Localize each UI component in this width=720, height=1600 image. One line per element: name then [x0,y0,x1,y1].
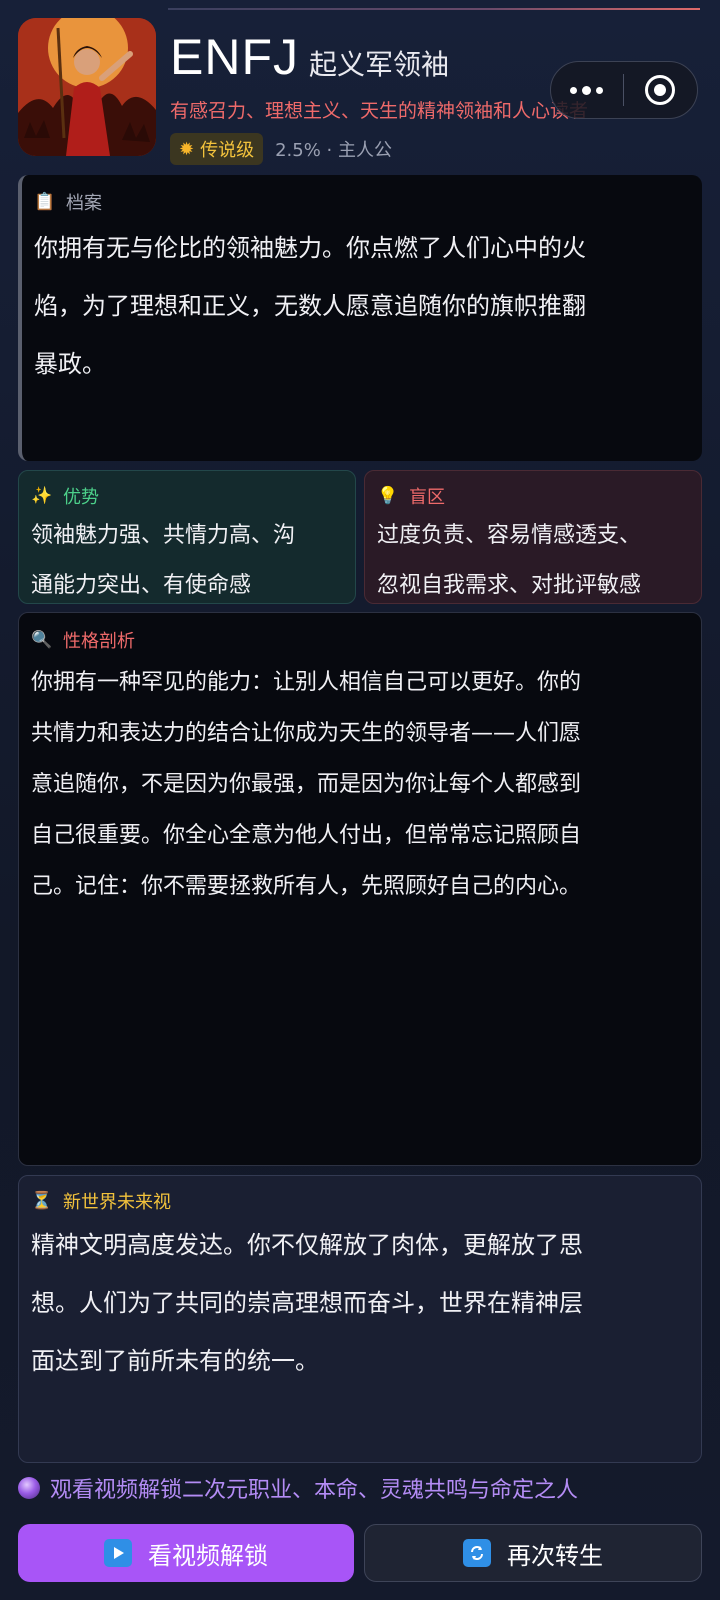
rebel-leader-avatar-icon [18,18,156,156]
text-line: 己。记住：你不需要拯救所有人，先照顾好自己的内心。 [31,874,582,899]
blindspots-card: 💡 盲区 过度负责、容易情感透支、 忽视自我需求、对批评敏感 [364,470,702,604]
analysis-title: 性格剖析 [63,631,135,652]
text-line: 你拥有无与伦比的领袖魅力。你点燃了人们心中的火 [34,234,586,262]
avatar [18,18,156,156]
text-line: 自己很重要。你全心全意为他人付出，但常常忘记照顾自 [31,823,582,848]
sun-icon: ✹ [179,138,195,160]
role-title: 起义军领袖 [309,48,450,81]
profile-card: 📋 档案 你拥有无与伦比的领袖魅力。你点燃了人们心中的火 焰，为了理想和正义，无… [18,175,702,461]
future-text: 精神文明高度发达。你不仅解放了肉体，更解放了思 想。人们为了共同的崇高理想而奋斗… [31,1216,685,1390]
profile-card-header: 📋 档案 [34,189,684,215]
advantages-card: ✨ 优势 领袖魅力强、共情力高、沟 通能力突出、有使命感 [18,470,356,604]
title-row: ENFJ 起义军领袖 [170,28,449,86]
sparkles-icon: ✨ [31,486,53,506]
text-line: 过度负责、容易情感透支、 [377,523,642,548]
analysis-header: 🔍 性格剖析 [31,627,685,653]
advantages-header: ✨ 优势 [31,483,343,509]
magnifier-icon: 🔍 [31,630,53,650]
text-line: 精神文明高度发达。你不仅解放了肉体，更解放了思 [31,1231,583,1259]
future-card: ⏳ 新世界未来视 精神文明高度发达。你不仅解放了肉体，更解放了思 想。人们为了共… [18,1175,702,1463]
text-line: 共情力和表达力的结合让你成为天生的领导者——人们愿 [31,721,582,746]
watch-video-unlock-button[interactable]: 看视频解锁 [18,1524,354,1582]
clipboard-icon: 📋 [34,192,56,212]
text-line: 面达到了前所未有的统一。 [31,1347,319,1375]
unlock-hint: 观看视频解锁二次元职业、本命、灵魂共鸣与命定之人 [18,1472,578,1504]
blindspots-title: 盲区 [409,487,445,508]
analysis-card: 🔍 性格剖析 你拥有一种罕见的能力：让别人相信自己可以更好。你的 共情力和表达力… [18,612,702,1166]
profile-card-text: 你拥有无与伦比的领袖魅力。你点燃了人们心中的火 焰，为了理想和正义，无数人愿意追… [34,219,684,393]
hourglass-icon: ⏳ [31,1191,53,1211]
result-page: ENFJ 起义军领袖 有感召力、理想主义、天生的精神领袖和人心读者 ✹ 传说级 … [0,0,720,1600]
rarity-meta: 2.5% · 主人公 [275,140,392,161]
unlock-hint-text: 观看视频解锁二次元职业、本命、灵魂共鸣与命定之人 [50,1478,579,1503]
miniprogram-capsule [550,61,698,119]
text-line: 暴政。 [34,350,106,378]
blindspots-text: 过度负责、容易情感透支、 忽视自我需求、对批评敏感 [377,511,689,611]
meta-row: ✹ 传说级 2.5% · 主人公 [170,133,392,165]
rebirth-button[interactable]: 再次转生 [364,1524,702,1582]
advantages-text: 领袖魅力强、共情力高、沟 通能力突出、有使命感 [31,511,343,611]
text-line: 想。人们为了共同的崇高理想而奋斗，世界在精神层 [31,1289,583,1317]
more-dots-icon[interactable] [551,62,623,118]
advantages-title: 优势 [63,487,99,508]
text-line: 忽视自我需求、对批评敏感 [377,573,642,598]
crystal-ball-icon [18,1477,40,1499]
tagline: 有感召力、理想主义、天生的精神领袖和人心读者 [170,100,589,122]
top-accent-line [168,8,700,10]
refresh-icon [463,1539,491,1567]
future-header: ⏳ 新世界未来视 [31,1188,685,1214]
mbti-type: ENFJ [170,29,299,85]
text-line: 意追随你，不是因为你最强，而是因为你让每个人都感到 [31,772,582,797]
text-line: 通能力突出、有使命感 [31,573,252,598]
target-close-icon[interactable] [624,62,698,118]
rebirth-label: 再次转生 [507,1541,603,1570]
text-line: 领袖魅力强、共情力高、沟 [31,523,296,548]
blindspots-header: 💡 盲区 [377,483,689,509]
lightbulb-icon: 💡 [377,486,399,506]
analysis-text: 你拥有一种罕见的能力：让别人相信自己可以更好。你的 共情力和表达力的结合让你成为… [31,657,685,912]
watch-video-unlock-label: 看视频解锁 [148,1541,268,1570]
play-icon [104,1539,132,1567]
future-title: 新世界未来视 [63,1192,171,1213]
text-line: 焰，为了理想和正义，无数人愿意追随你的旗帜推翻 [34,292,586,320]
rarity-label: 传说级 [200,140,255,161]
profile-card-title: 档案 [66,193,102,214]
rarity-badge: ✹ 传说级 [170,133,264,165]
text-line: 你拥有一种罕见的能力：让别人相信自己可以更好。你的 [31,670,582,695]
